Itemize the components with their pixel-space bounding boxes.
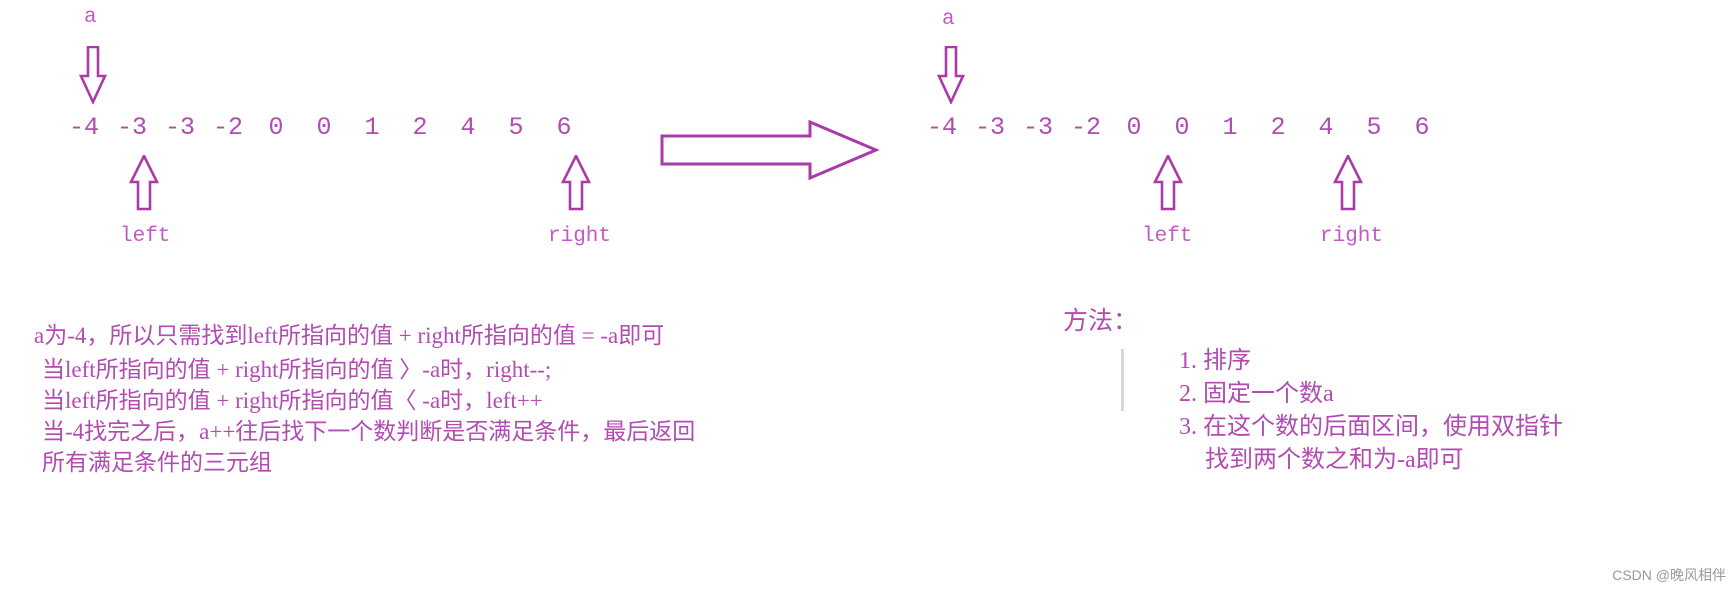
up-arrow-left <box>1152 155 1184 211</box>
list-item-text: 排序 <box>1203 348 1251 374</box>
list-rule-divider <box>1121 349 1124 411</box>
list-item-number: 2. <box>1179 381 1197 407</box>
pointer-label-left: left <box>1142 225 1193 248</box>
up-arrow-left <box>128 155 160 211</box>
big-right-arrow-icon <box>660 119 880 185</box>
list-item: 2. 固定一个数a <box>1179 378 1623 411</box>
method-heading: 方法： <box>1063 308 1139 335</box>
explanation-line: 当left所指向的值 + right所指向的值 〉-a时，right--; <box>42 357 552 382</box>
array-row-after: -4 -3 -3 -2 0 0 1 2 4 5 6 <box>918 113 1446 142</box>
explanation-line: 当-4找完之后，a++往后找下一个数判断是否满足条件，最后返回 <box>42 419 696 444</box>
list-item: 3. 在这个数的后面区间，使用双指针 找到两个数之和为-a即可 <box>1179 411 1623 477</box>
pointer-label-a: a <box>84 6 97 29</box>
array-cell: 1 <box>1222 113 1238 142</box>
array-cell: 6 <box>556 113 572 142</box>
pointer-label-right: right <box>548 225 612 248</box>
array-cell: 0 <box>1174 113 1190 142</box>
array-cell: -3 <box>1022 113 1053 142</box>
array-cell: -2 <box>212 113 243 142</box>
array-cell: 0 <box>1126 113 1142 142</box>
array-cell: 4 <box>1318 113 1334 142</box>
array-cell: -2 <box>1070 113 1101 142</box>
array-row-before: -4 -3 -3 -2 0 0 1 2 4 5 6 <box>60 113 588 142</box>
array-cell: 0 <box>316 113 332 142</box>
pointer-label-right: right <box>1320 225 1384 248</box>
down-arrow-a <box>936 46 966 104</box>
list-item: 1. 排序 <box>1179 345 1623 378</box>
list-item-text: 固定一个数a <box>1203 381 1334 407</box>
list-item-text: 在这个数的后面区间，使用双指针 <box>1203 414 1563 440</box>
method-list: 1. 排序 2. 固定一个数a 3. 在这个数的后面区间，使用双指针 找到两个数之… <box>1121 345 1623 477</box>
array-cell: -3 <box>974 113 1005 142</box>
array-cell: 1 <box>364 113 380 142</box>
array-cell: 6 <box>1414 113 1430 142</box>
array-cell: -4 <box>68 113 99 142</box>
explanation-line: a为-4，所以只需找到left所指向的值 + right所指向的值 = -a即可 <box>34 323 665 348</box>
diagram-after: a -4 -3 -3 -2 0 0 1 2 4 5 6 left right <box>900 0 1540 290</box>
explanation-line: 所有满足条件的三元组 <box>42 450 272 475</box>
array-cell: 4 <box>460 113 476 142</box>
method-text-block: 方法： 1. 排序 2. 固定一个数a 3. 在这个数的后面区间，使用双指针 找到… <box>1063 305 1623 477</box>
up-arrow-right <box>1332 155 1364 211</box>
diagram-before: a -4 -3 -3 -2 0 0 1 2 4 5 6 left right <box>0 0 700 290</box>
array-cell: 2 <box>1270 113 1286 142</box>
explanation-line: 当left所指向的值 + right所指向的值〈 -a时，left++ <box>42 388 543 413</box>
array-cell: 0 <box>268 113 284 142</box>
array-cell: -3 <box>164 113 195 142</box>
watermark: CSDN @晚风相伴 <box>1612 567 1726 583</box>
array-cell: -3 <box>116 113 147 142</box>
pointer-label-left: left <box>120 225 171 248</box>
list-item-number: 3. <box>1179 414 1197 440</box>
up-arrow-right <box>560 155 592 211</box>
pointer-label-a: a <box>942 8 955 31</box>
explanation-text-block: a为-4，所以只需找到left所指向的值 + right所指向的值 = -a即可… <box>34 320 894 478</box>
array-cell: 5 <box>508 113 524 142</box>
array-cell: 2 <box>412 113 428 142</box>
method-list-wrapper: 1. 排序 2. 固定一个数a 3. 在这个数的后面区间，使用双指针 找到两个数之… <box>1063 345 1623 477</box>
list-item-continuation: 找到两个数之和为-a即可 <box>1205 447 1464 473</box>
down-arrow-a <box>78 46 108 104</box>
list-item-number: 1. <box>1179 348 1197 374</box>
array-cell: -4 <box>926 113 957 142</box>
array-cell: 5 <box>1366 113 1382 142</box>
